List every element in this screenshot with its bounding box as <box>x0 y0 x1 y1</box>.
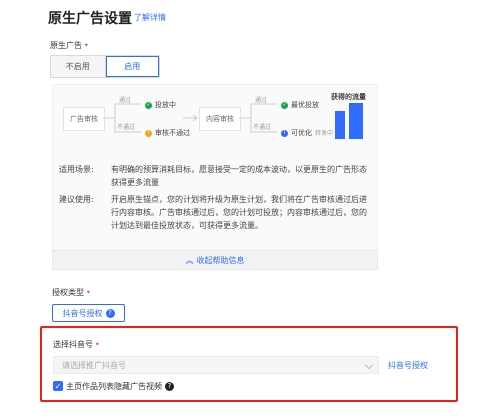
help-panel: 广告审核 通过 不通过 ✓ 投放中 ! 审核不通过 内容审核 通过 不通过 ✓ 最优投… <box>52 84 378 254</box>
warning-icon: ! <box>145 129 152 137</box>
info-icon: i <box>281 129 288 137</box>
left-branch-lines <box>103 103 141 133</box>
left-branch-pass: 通过 <box>119 97 132 104</box>
learn-more-link[interactable]: 了解详情 <box>134 12 166 23</box>
douyin-select[interactable]: 请选择推广抖音号 <box>53 356 379 374</box>
scene-row: 适用场景: 有明确的预算消耗目标，愿意接受一定的成本波动，以更原生的广告形态获得… <box>59 163 371 189</box>
right-note: 转发中 <box>315 130 334 137</box>
check-icon: ✓ <box>145 101 152 109</box>
advice-row: 建议使用: 开启原生锚点，您的计划将升级为原生计划，我们将在广告审核通过后进行内… <box>59 193 371 232</box>
auth-type-label: 授权类型 • <box>52 288 91 297</box>
double-chevron-up-icon: ︽ <box>185 255 194 265</box>
content-review-box: 内容审核 <box>199 107 241 131</box>
right-result-fix: i 可优化 <box>281 128 312 138</box>
right-branch-lines <box>239 103 277 133</box>
advice-text: 开启原生锚点，您的计划将升级为原生计划，我们将在广告审核通过后进行内容审核。广告… <box>111 195 367 230</box>
traffic-chart-title: 获得的流量 <box>331 93 366 101</box>
collapse-help-button[interactable]: ︽ 收起帮助信息 <box>52 250 378 270</box>
native-ad-label: 原生广告 • <box>50 41 89 50</box>
chevron-down-icon <box>364 360 374 370</box>
traffic-bar-small <box>335 111 345 139</box>
page-title: 原生广告设置 <box>48 11 132 27</box>
check-icon: ✓ <box>281 101 288 109</box>
traffic-bar-large <box>349 103 363 139</box>
right-result-ok: ✓ 最优投放 <box>281 101 319 109</box>
collapse-label: 收起帮助信息 <box>196 255 245 265</box>
douyin-select-label: 选择抖音号 • <box>53 340 100 349</box>
option-enable[interactable]: 启用 <box>105 56 159 77</box>
question-circle-icon: ? <box>105 308 115 318</box>
left-result-fail: ! 审核不通过 <box>145 128 190 138</box>
hide-ad-videos-checkbox[interactable]: ✓ <box>53 381 63 391</box>
douyin-select-placeholder: 请选择推广抖音号 <box>62 360 126 370</box>
ad-review-box: 广告审核 <box>63 107 105 131</box>
right-branch-fail: 不通过 <box>253 124 272 131</box>
left-branch-fail: 不通过 <box>117 124 136 131</box>
option-disable[interactable]: 不启用 <box>51 56 106 77</box>
flow-diagram: 广告审核 通过 不通过 ✓ 投放中 ! 审核不通过 内容审核 通过 不通过 ✓ 最优投… <box>59 91 371 153</box>
question-circle-icon[interactable]: ? <box>165 382 174 391</box>
scene-label: 适用场景: <box>59 165 94 174</box>
arrow-icon <box>183 114 198 122</box>
hide-ad-videos-label: 主页作品列表隐藏广告视频? <box>66 381 174 392</box>
native-ad-toggle: 不启用 启用 <box>50 55 160 78</box>
left-result-ok: ✓ 投放中 <box>145 101 176 109</box>
scene-text: 有明确的预算消耗目标，愿意接受一定的成本波动，以更原生的广告形态获得更多流量 <box>111 165 367 187</box>
advice-label: 建议使用: <box>59 195 94 204</box>
douyin-auth-link[interactable]: 抖音号授权 <box>388 360 428 371</box>
right-branch-pass: 通过 <box>255 97 268 104</box>
douyin-auth-button[interactable]: 抖音号授权? <box>52 304 125 322</box>
checkmark-icon: ✓ <box>54 381 62 391</box>
